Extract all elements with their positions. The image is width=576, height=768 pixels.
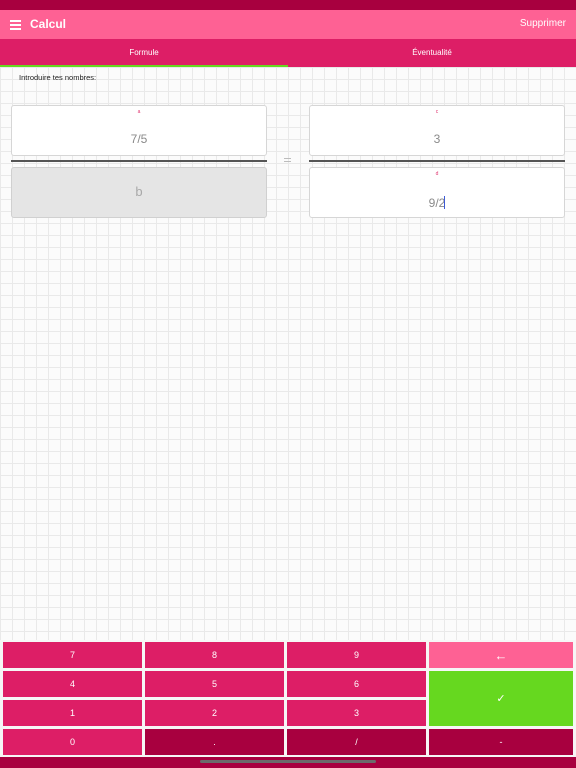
backspace-arrow-icon[interactable]: ←: [429, 642, 573, 668]
delete-button[interactable]: Supprimer: [520, 18, 566, 29]
key-7[interactable]: 7: [3, 642, 142, 668]
tab-eventualite[interactable]: Éventualité: [288, 39, 576, 67]
page-title: Calcul: [30, 17, 67, 31]
field-b-input[interactable]: b: [11, 167, 267, 218]
key-2[interactable]: 2: [145, 700, 284, 726]
field-a-input[interactable]: a 7/5: [11, 105, 267, 156]
checkmark-icon[interactable]: ✓: [429, 671, 573, 726]
field-c-value: 3: [433, 132, 441, 146]
status-bar: [0, 0, 576, 10]
instruction-text: Introduire tes nombres:: [19, 73, 97, 82]
menu-icon[interactable]: [10, 20, 21, 30]
left-fraction-bar: [11, 160, 267, 162]
tab-bar: Formule Éventualité: [0, 39, 576, 67]
key-4[interactable]: 4: [3, 671, 142, 697]
key-1[interactable]: 1: [3, 700, 142, 726]
numeric-keypad: 7 8 9 ← 4 5 6 ✓ 1 2 3 0 . / -: [0, 640, 576, 768]
field-b-placeholder: b: [135, 184, 143, 199]
right-fraction-bar: [309, 160, 565, 162]
key-6[interactable]: 6: [287, 671, 426, 697]
tab-label: Éventualité: [412, 48, 452, 57]
key-minus[interactable]: -: [429, 729, 573, 755]
text-caret: [444, 196, 446, 209]
field-a-tag: a: [137, 109, 141, 115]
app-bar: Calcul Supprimer: [0, 10, 576, 39]
key-8[interactable]: 8: [145, 642, 284, 668]
field-d-tag: d: [435, 171, 439, 177]
tab-formule[interactable]: Formule: [0, 39, 288, 67]
field-c-tag: c: [435, 109, 439, 115]
field-d-value-wrap: 9/2: [310, 196, 564, 210]
key-0[interactable]: 0: [3, 729, 142, 755]
field-d-value: 9/2: [428, 196, 446, 210]
key-dot[interactable]: .: [145, 729, 284, 755]
tab-label: Formule: [129, 48, 159, 57]
field-a-value: 7/5: [130, 132, 148, 146]
key-3[interactable]: 3: [287, 700, 426, 726]
field-d-input[interactable]: d 9/2: [309, 167, 565, 218]
home-indicator[interactable]: [200, 760, 376, 763]
equals-sign: [284, 158, 292, 164]
field-c-input[interactable]: c 3: [309, 105, 565, 156]
key-5[interactable]: 5: [145, 671, 284, 697]
key-9[interactable]: 9: [287, 642, 426, 668]
key-slash[interactable]: /: [287, 729, 426, 755]
